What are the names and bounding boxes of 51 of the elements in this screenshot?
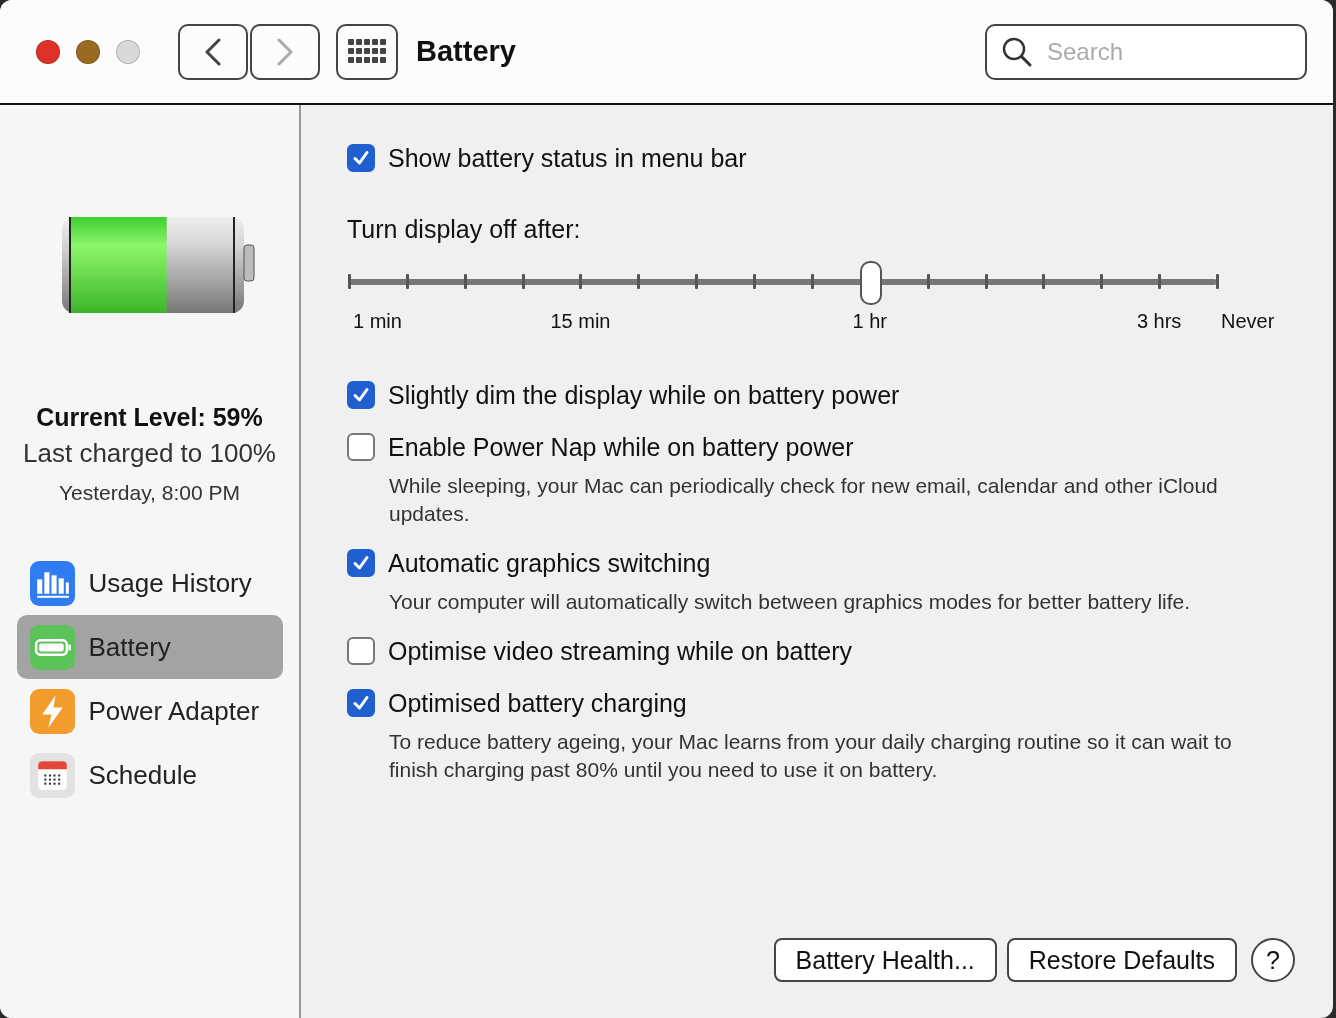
slider-tick-label: 1 hr (852, 310, 888, 333)
display-sleep-slider[interactable] (349, 260, 1217, 304)
checkbox-label[interactable]: Automatic graphics switching (388, 548, 711, 578)
sidebar-item[interactable]: Schedule (16, 743, 283, 807)
show-all-button[interactable] (336, 23, 398, 80)
checkbox[interactable] (347, 144, 375, 172)
setting-description: While sleeping, your Mac can periodically check for new email, calendar and other iCloud updates. (389, 473, 1219, 527)
setting-description: Your computer will automatically switch between graphics modes for better battery life. (389, 589, 1192, 615)
checkbox[interactable] (347, 637, 375, 665)
last-charged-time: Yesterday, 8:00 PM (59, 481, 240, 505)
checkbox[interactable] (347, 689, 375, 717)
slider-tick-label: Never (1221, 310, 1275, 333)
checkmark-icon (351, 148, 371, 168)
checkbox[interactable] (347, 549, 375, 577)
push-button[interactable]: Battery Health... (773, 938, 997, 982)
grid-icon (348, 38, 386, 65)
checkbox-label[interactable]: Optimise video streaming while on battery (388, 636, 853, 666)
current-level: Current Level: 59% (36, 403, 263, 432)
checkbox-label[interactable]: Show battery status in menu bar (388, 143, 747, 173)
bar-chart-icon (29, 560, 75, 606)
last-charged: Last charged to 100% (23, 438, 276, 469)
slider-tick-label: 3 hrs (1136, 310, 1182, 333)
sidebar-item[interactable]: Battery (16, 615, 283, 679)
checkbox-label[interactable]: Optimised battery charging (388, 688, 687, 718)
checkbox[interactable] (347, 381, 375, 409)
sidebar-item[interactable]: Usage History (16, 551, 283, 615)
battery-icon (29, 624, 75, 670)
checkmark-icon (351, 385, 371, 405)
checkbox-label[interactable]: Slightly dim the display while on battery power (388, 380, 900, 410)
search-icon (1001, 35, 1033, 68)
sidebar-item[interactable]: Power Adapter (16, 679, 283, 743)
help-button[interactable]: ? (1251, 938, 1295, 982)
checkmark-icon (351, 553, 371, 573)
push-button[interactable]: Restore Defaults (1006, 938, 1237, 982)
checkbox[interactable] (347, 433, 375, 461)
setting-description: To reduce battery ageing, your Mac learns from your daily charging routine so it can wait to finish charging past 80% until you need to use it on battery. (389, 729, 1233, 783)
chevron-left-icon (204, 37, 222, 66)
checkmark-icon (351, 693, 371, 713)
window-title: Battery (416, 35, 516, 68)
chevron-right-icon (276, 37, 294, 66)
checkbox-label[interactable]: Enable Power Nap while on battery power (388, 432, 854, 462)
slider-thumb[interactable] (859, 261, 882, 305)
lightning-icon (29, 688, 75, 734)
search-field[interactable]: Search (985, 23, 1307, 80)
calendar-icon (29, 752, 75, 798)
slider-label: Turn display off after: (347, 215, 582, 244)
back-button[interactable] (178, 23, 248, 80)
window-control-button[interactable] (36, 39, 60, 64)
window-control-button[interactable] (76, 39, 100, 64)
slider-tick-label: 1 min (353, 310, 402, 333)
slider-tick-label: 15 min (550, 310, 611, 333)
